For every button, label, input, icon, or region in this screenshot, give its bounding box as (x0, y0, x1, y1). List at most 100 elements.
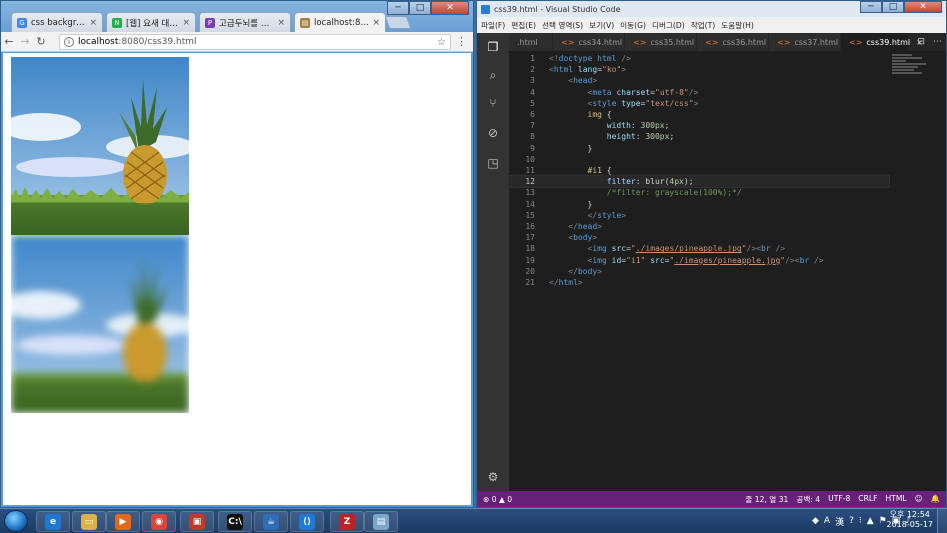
taskbar-app-chrome[interactable]: ◉ (142, 511, 176, 532)
menu-edit[interactable]: 편집(E) (511, 20, 536, 31)
show-desktop-button[interactable] (937, 509, 947, 533)
clock[interactable]: 오후 12:54 2018-05-17 (887, 510, 934, 530)
menu-tasks[interactable]: 작업(T) (691, 20, 716, 31)
search-icon[interactable]: ⌕ (485, 67, 501, 83)
language-mode[interactable]: HTML (885, 494, 906, 505)
tray-icon[interactable]: A (824, 516, 830, 526)
taskbar-app-internet-explorer[interactable]: e (36, 511, 70, 532)
vscode-icon: ⟨⟩ (299, 513, 315, 530)
code-token: lang (577, 65, 598, 75)
editor-tab-label: css37.html (794, 37, 839, 47)
code-token: 300px (640, 121, 665, 131)
editor-tab[interactable]: <> css36.html (697, 33, 769, 51)
taskbar-app-filezilla[interactable]: Z (330, 511, 364, 532)
editor-tab-active[interactable]: <> css39.html × (841, 33, 923, 51)
code-line: 4 <meta charset="utf-8"/> (509, 87, 889, 98)
editor-tab-label: css39.html (866, 37, 911, 47)
editor-tab-label: css34.html (578, 37, 623, 47)
close-icon[interactable]: × (372, 18, 380, 28)
code-token: > (592, 233, 598, 243)
cursor-position[interactable]: 줄 12, 열 31 (745, 494, 788, 505)
indentation[interactable]: 공백: 4 (796, 494, 820, 505)
close-button[interactable]: ✕ (431, 1, 469, 15)
debug-icon[interactable]: ⊘ (485, 125, 501, 141)
browser-tab-active[interactable]: ▤ localhost:8080/css × (294, 12, 386, 32)
feedback-icon[interactable]: ☺ (915, 494, 923, 505)
files-icon[interactable]: ❐ (485, 39, 501, 55)
gear-icon[interactable]: ⚙ (485, 469, 501, 485)
split-editor-icon[interactable]: ⊟ (917, 37, 925, 47)
html-file-icon: <> (561, 37, 575, 47)
menu-help[interactable]: 도움말(H) (721, 20, 754, 31)
maximize-button[interactable]: □ (409, 1, 431, 15)
source-control-icon[interactable]: ⑂ (485, 95, 501, 111)
tray-icon[interactable]: ▲ (867, 516, 874, 526)
minimize-button[interactable]: ─ (387, 1, 409, 15)
editor-tab[interactable]: .html (509, 33, 553, 51)
code-line: 15 </style> (509, 210, 889, 221)
tab-title: localhost:8080/css (314, 17, 370, 28)
editor-tab[interactable]: <> css34.html (553, 33, 625, 51)
taskbar-app-media-player[interactable]: ▶ (106, 511, 140, 532)
editor-tab[interactable]: <> css37.html (769, 33, 841, 51)
start-button[interactable] (4, 510, 28, 532)
tray-icon[interactable]: ? (849, 516, 854, 526)
tray-icon[interactable]: ◆ (812, 516, 819, 526)
bell-icon[interactable]: 🔔 (931, 494, 940, 505)
taskbar-app-vscode[interactable]: ⟨⟩ (290, 511, 324, 532)
menu-go[interactable]: 이동(G) (620, 20, 646, 31)
code-token: img (592, 244, 607, 254)
tray-icon[interactable]: 漢 (835, 515, 844, 528)
code-token: src (650, 255, 665, 265)
more-actions-icon[interactable]: ⋯ (933, 37, 942, 47)
taskbar-app-file-explorer[interactable]: ▭ (72, 511, 106, 532)
new-tab-button[interactable] (384, 16, 412, 29)
taskbar-app-notepad[interactable]: ▤ (364, 511, 398, 532)
browser-tab[interactable]: P 고급두뇌를 위한 × (199, 12, 291, 32)
menu-file[interactable]: 파일(F) (481, 20, 505, 31)
star-icon[interactable]: ☆ (437, 37, 446, 48)
taskbar-app-command-prompt[interactable]: C:\ (218, 511, 252, 532)
extensions-icon[interactable]: ◳ (485, 155, 501, 171)
menu-debug[interactable]: 디버그(D) (652, 20, 685, 31)
code-line: 21 </html> (509, 277, 889, 288)
problems-count[interactable]: ⊗ 0 ▲ 0 (477, 495, 512, 504)
line-number: 5 (530, 98, 535, 108)
line-ending[interactable]: CRLF (858, 494, 877, 505)
code-token: : blur( (635, 177, 670, 187)
minimize-button[interactable]: ─ (860, 1, 882, 13)
browser-tab[interactable]: G css background- × (11, 12, 103, 32)
close-icon[interactable]: × (277, 18, 285, 28)
tab-title: css background- (31, 17, 87, 28)
minimap[interactable] (892, 53, 932, 81)
menu-view[interactable]: 보기(V) (589, 20, 614, 31)
maximize-button[interactable]: □ (882, 1, 904, 13)
address-bar[interactable]: i localhost:8080/css39.html ☆ (59, 34, 451, 50)
menu-selection[interactable]: 선택 영역(S) (542, 20, 583, 31)
close-button[interactable]: ✕ (904, 1, 942, 13)
back-arrow-icon[interactable]: ← (1, 35, 17, 48)
info-icon[interactable]: i (64, 37, 74, 47)
activity-bar: ❐ ⌕ ⑂ ⊘ ◳ ⚙ (477, 33, 509, 491)
menu-dots-icon[interactable]: ⋮ (456, 35, 467, 48)
editor-tab[interactable]: <> css35.html (625, 33, 697, 51)
editor-tab-label: css36.html (722, 37, 767, 47)
taskbar-app-red-app[interactable]: ▣ (180, 511, 214, 532)
reload-icon[interactable]: ↻ (33, 35, 49, 48)
code-editor[interactable]: 1 <!doctype html /> 2 <html lang="ko"> 3 <he… (508, 51, 946, 491)
tray-icon[interactable]: ⁝ (859, 516, 862, 526)
close-icon[interactable]: × (89, 18, 97, 28)
close-icon[interactable]: × (182, 18, 190, 28)
encoding[interactable]: UTF-8 (828, 494, 850, 505)
browser-tab[interactable]: N [웹] 요새 대기업 × (106, 12, 196, 32)
line-number: 1 (530, 54, 535, 63)
code-token: "ko" (602, 65, 622, 75)
editor-tab-label: .html (517, 37, 538, 47)
forward-arrow-icon[interactable]: → (17, 35, 33, 48)
code-token: type (621, 98, 641, 108)
taskbar-app-java[interactable]: ☕ (254, 511, 288, 532)
